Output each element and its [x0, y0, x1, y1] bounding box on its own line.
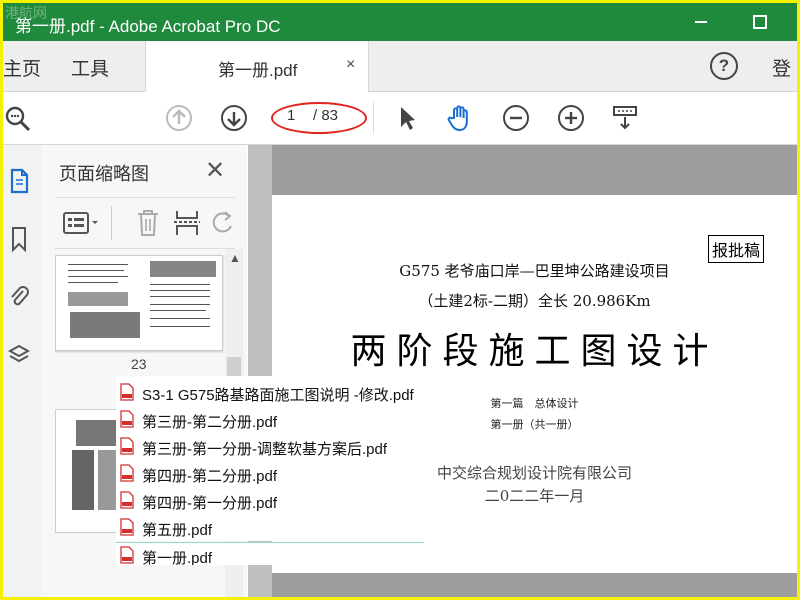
page-thumbnail[interactable]	[55, 255, 223, 351]
hand-tool-icon[interactable]	[446, 104, 474, 132]
project-subtitle: （土建2标-二期）全长 20.986Km	[418, 292, 651, 310]
pdf-file-icon	[120, 491, 134, 509]
pdf-file-icon	[120, 410, 134, 428]
layers-icon[interactable]	[7, 341, 31, 369]
page-gap-bottom	[272, 573, 797, 597]
file-item[interactable]: 第三册-第一分册-调整软基方案后.pdf	[116, 434, 424, 460]
pdf-file-icon	[120, 383, 134, 401]
options-menu-icon[interactable]	[63, 210, 101, 236]
panel-divider	[111, 206, 112, 240]
page-thumbnails-icon[interactable]	[7, 167, 31, 195]
tab-tools[interactable]: 工具	[71, 54, 109, 81]
window-title: 第一册.pdf - Adobe Acrobat Pro DC	[15, 17, 281, 36]
pdf-file-icon	[120, 437, 134, 455]
file-item[interactable]: 第五册.pdf	[116, 515, 424, 541]
page-gap-top	[272, 145, 797, 195]
tab-document[interactable]: 第一册.pdf ×	[145, 41, 369, 92]
file-name: 第四册-第二分册.pdf	[142, 468, 278, 485]
page-display-icon[interactable]	[611, 104, 639, 132]
pdf-file-icon	[120, 518, 134, 536]
toolbar-divider	[373, 102, 374, 134]
close-tab-icon[interactable]: ×	[346, 56, 355, 74]
scroll-up-icon[interactable]: ▲	[229, 251, 241, 265]
zoom-out-icon[interactable]	[502, 104, 530, 132]
extract-pages-icon[interactable]	[173, 208, 201, 238]
next-page-icon[interactable]	[220, 104, 248, 132]
file-item[interactable]: 第四册-第二分册.pdf	[116, 461, 424, 487]
file-item[interactable]: S3-1 G575路基路面施工图说明 -修改.pdf	[116, 380, 424, 406]
pdf-file-icon	[120, 464, 134, 482]
acrobat-window: 港航网 第一册.pdf - Adobe Acrobat Pro DC 主页 工具…	[3, 3, 797, 597]
maximize-button[interactable]	[739, 7, 779, 35]
file-name: 第三册-第二分册.pdf	[142, 414, 278, 431]
tab-bar: 主页 工具 第一册.pdf × ? 登	[3, 41, 797, 92]
attachment-icon[interactable]	[7, 283, 31, 311]
pdf-file-list: S3-1 G575路基路面施工图说明 -修改.pdf 第三册-第二分册.pdf …	[116, 376, 424, 541]
file-name: 第四册-第一分册.pdf	[142, 495, 278, 512]
file-item[interactable]: 第一册.pdf	[116, 542, 424, 565]
file-name: S3-1 G575路基路面施工图说明 -修改.pdf	[142, 387, 414, 404]
file-item[interactable]: 第四册-第一分册.pdf	[116, 488, 424, 514]
file-name: 第五册.pdf	[142, 522, 213, 539]
panel-title: 页面缩略图	[59, 164, 149, 184]
document-main-title: 两阶段施工图设计	[350, 331, 719, 372]
left-rail	[3, 145, 42, 597]
file-name: 第一册.pdf	[142, 550, 213, 565]
zoom-in-icon[interactable]	[557, 104, 585, 132]
thumbnail-page-number: 23	[131, 356, 147, 372]
select-cursor-icon[interactable]	[393, 104, 421, 132]
delete-page-icon[interactable]	[135, 208, 161, 238]
project-title: G575 老爷庙口岸—巴里坤公路建设项目	[399, 262, 670, 280]
panel-close-icon[interactable]: ✕	[205, 156, 225, 185]
approval-stamp: 报批稿	[708, 235, 765, 263]
previous-page-icon[interactable]	[165, 104, 193, 132]
rotate-page-icon[interactable]	[211, 208, 235, 238]
help-icon[interactable]: ?	[710, 52, 738, 80]
search-icon[interactable]	[3, 104, 31, 132]
pdf-file-icon	[120, 546, 134, 564]
file-item[interactable]: 第三册-第二分册.pdf	[116, 407, 424, 433]
toolbar: 1 / 83	[3, 92, 797, 145]
sign-in-button[interactable]: 登	[772, 54, 791, 81]
file-name: 第三册-第一分册-调整软基方案后.pdf	[142, 441, 388, 458]
bookmark-icon[interactable]	[7, 225, 31, 253]
panel-toolbar	[55, 197, 235, 249]
title-bar: 港航网 第一册.pdf - Adobe Acrobat Pro DC	[3, 3, 797, 41]
minimize-button[interactable]	[681, 7, 721, 35]
tab-document-label: 第一册.pdf	[218, 61, 298, 80]
tab-home[interactable]: 主页	[3, 54, 41, 81]
red-annotation-oval	[271, 102, 367, 134]
